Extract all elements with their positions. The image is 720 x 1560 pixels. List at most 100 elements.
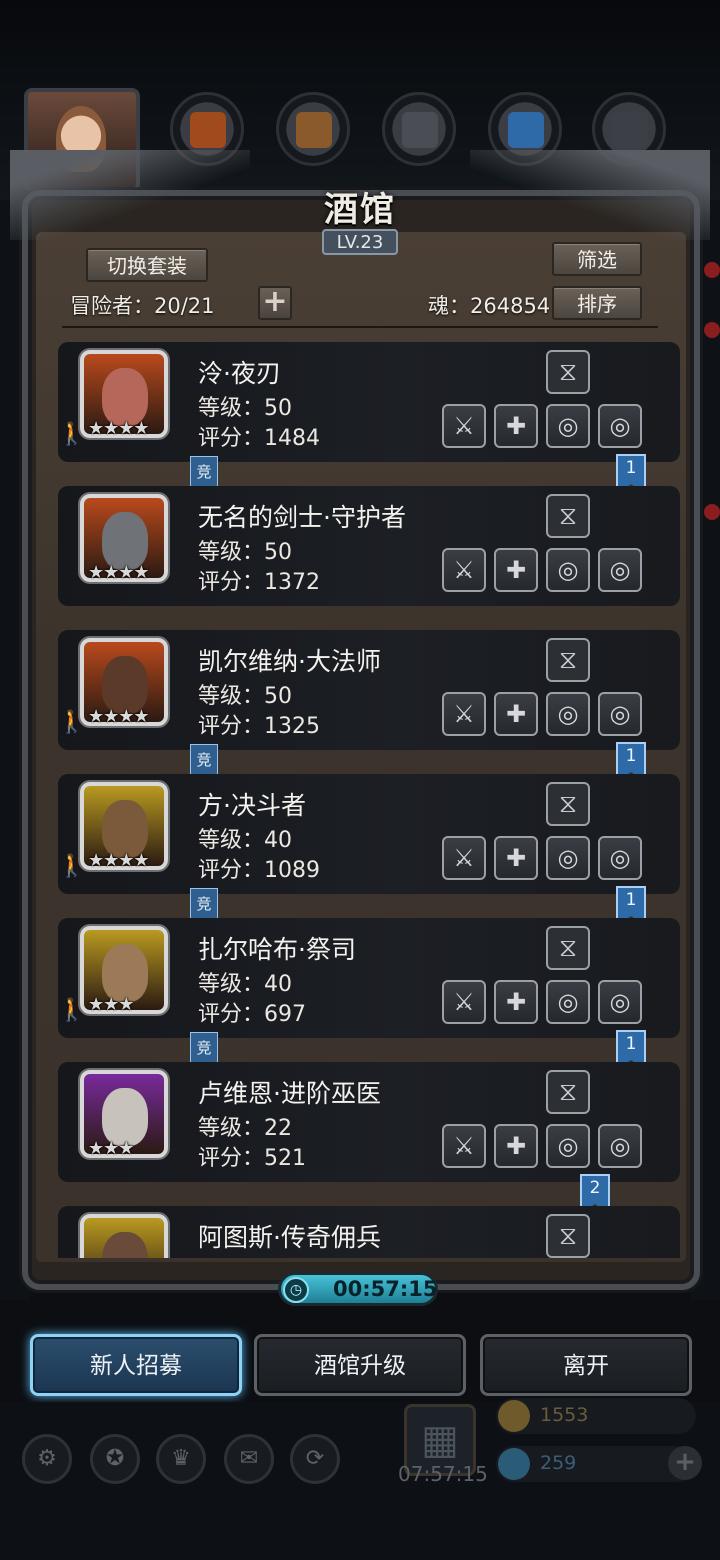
hero-row[interactable]: ★★★★ 🚶 凯尔维纳·大法师 等级：50 评分：1325 ⧖ ⚔ ✚ ◎ ◎ — [58, 630, 680, 750]
achievement-icon[interactable]: ✪ — [90, 1434, 140, 1484]
weapon-slot-icon[interactable]: ⚔ — [442, 548, 486, 592]
tavern-upgrade-button[interactable]: 酒馆升级 — [254, 1334, 466, 1396]
dragon-ornament-right — [470, 150, 710, 240]
armor-slot-icon[interactable]: ✚ — [494, 548, 538, 592]
armor-slot-icon[interactable]: ✚ — [494, 1124, 538, 1168]
hourglass-icon[interactable]: ⧖ — [546, 1214, 590, 1258]
hero-name: 卢维恩·进阶巫医 — [198, 1079, 381, 1108]
hero-score: 评分：697 — [198, 1002, 306, 1027]
hero-score: 评分：1089 — [198, 858, 320, 883]
hero-level: 等级：40 — [198, 828, 292, 853]
share-icon[interactable]: ⟳ — [290, 1434, 340, 1484]
walking-figure-icon: 🚶 — [58, 854, 86, 879]
switch-outfit-button[interactable]: 切换套装 — [86, 248, 208, 282]
timer-bar: ◷ 00:57:15 — [278, 1272, 438, 1306]
arena-badge: 竞 — [190, 1032, 218, 1064]
hero-avatar[interactable] — [80, 1214, 168, 1258]
header-divider — [62, 326, 658, 328]
soul-count: 魂：264854 — [428, 294, 551, 318]
recruit-button[interactable]: 新人招募 — [30, 1334, 242, 1396]
hourglass-icon[interactable]: ⧖ — [546, 638, 590, 682]
ring-slot-icon[interactable]: ◎ — [598, 980, 642, 1024]
add-slot-button[interactable]: + — [258, 286, 292, 320]
ring-slot-icon[interactable]: ◎ — [546, 836, 590, 880]
adventurer-count: 冒险者：20/21 — [70, 294, 215, 318]
hero-row[interactable]: ★★★ 卢维恩·进阶巫医 等级：22 评分：521 ⧖ ⚔ ✚ ◎ ◎ — [58, 1062, 680, 1182]
ring-slot-icon[interactable]: ◎ — [546, 404, 590, 448]
weapon-slot-icon[interactable]: ⚔ — [442, 980, 486, 1024]
ring-slot-icon[interactable]: ◎ — [598, 1124, 642, 1168]
ring-slot-icon[interactable]: ◎ — [598, 404, 642, 448]
resource-iron-icon[interactable] — [382, 92, 456, 166]
walking-figure-icon: 🚶 — [58, 998, 86, 1023]
hero-stars: ★★★★ — [88, 562, 150, 583]
arena-badge: 竞 — [190, 744, 218, 776]
ring-slot-icon[interactable]: ◎ — [546, 980, 590, 1024]
hero-name: 方·决斗者 — [198, 791, 306, 820]
hourglass-icon[interactable]: ⧖ — [546, 494, 590, 538]
hero-stars: ★★★ — [88, 1138, 134, 1159]
hero-name: 无名的剑士·守护者 — [198, 503, 406, 532]
hero-stars: ★★★★ — [88, 418, 150, 439]
leave-button[interactable]: 离开 — [480, 1334, 692, 1396]
hero-level: 等级：50 — [198, 396, 292, 421]
hero-list[interactable]: ★★★★ 🚶 泠·夜刃 等级：50 评分：1484 ⧖ ⚔ ✚ ◎ ◎ 竞 1 ★★★★ 无名的剑士·守护… — [40, 334, 690, 1258]
hero-row[interactable]: ★★★★ 🚶 方·决斗者 等级：40 评分：1089 ⧖ ⚔ ✚ ◎ ◎ — [58, 774, 680, 894]
gold-currency: 1553 — [496, 1398, 696, 1434]
hero-row[interactable]: ★★★ 🚶 扎尔哈布·祭司 等级：40 评分：697 ⧖ ⚔ ✚ ◎ ◎ — [58, 918, 680, 1038]
bottom-timer: 07:57:15 — [398, 1462, 488, 1486]
ring-slot-icon[interactable]: ◎ — [598, 836, 642, 880]
walking-figure-icon: 🚶 — [58, 710, 86, 735]
sort-button[interactable]: 排序 — [552, 286, 642, 320]
ring-slot-icon[interactable]: ◎ — [598, 692, 642, 736]
gem-icon — [498, 1448, 530, 1480]
mail-icon[interactable]: ✉ — [224, 1434, 274, 1484]
add-currency-button[interactable]: + — [668, 1446, 702, 1480]
clock-icon: ◷ — [283, 1277, 309, 1303]
hero-row[interactable]: 阿图斯·传奇佣兵⧖⚔✚◎◎ — [58, 1206, 680, 1258]
dragon-ornament-left — [10, 150, 250, 240]
hourglass-icon[interactable]: ⧖ — [546, 1070, 590, 1114]
hero-name: 凯尔维纳·大法师 — [198, 647, 381, 676]
resource-wood-icon[interactable] — [276, 92, 350, 166]
armor-slot-icon[interactable]: ✚ — [494, 980, 538, 1024]
gem-value: 259 — [540, 1452, 577, 1474]
hero-score: 评分：1325 — [198, 714, 320, 739]
hero-level: 等级：40 — [198, 972, 292, 997]
hero-score: 评分：1484 — [198, 426, 320, 451]
hero-row[interactable]: ★★★★ 🚶 泠·夜刃 等级：50 评分：1484 ⧖ ⚔ ✚ ◎ ◎ — [58, 342, 680, 462]
ranking-icon[interactable]: ♛ — [156, 1434, 206, 1484]
ring-slot-icon[interactable]: ◎ — [598, 548, 642, 592]
hourglass-icon[interactable]: ⧖ — [546, 350, 590, 394]
hero-stars: ★★★★ — [88, 850, 150, 871]
filter-button[interactable]: 筛选 — [552, 242, 642, 276]
settings-icon[interactable]: ⚙ — [22, 1434, 72, 1484]
weapon-slot-icon[interactable]: ⚔ — [442, 404, 486, 448]
weapon-slot-icon[interactable]: ⚔ — [442, 692, 486, 736]
hero-level: 等级：50 — [198, 540, 292, 565]
ring-slot-icon[interactable]: ◎ — [546, 692, 590, 736]
arena-badge: 竞 — [190, 888, 218, 920]
ring-slot-icon[interactable]: ◎ — [546, 1124, 590, 1168]
weapon-slot-icon[interactable]: ⚔ — [442, 836, 486, 880]
hourglass-icon[interactable]: ⧖ — [546, 782, 590, 826]
hero-name: 阿图斯·传奇佣兵 — [198, 1223, 381, 1252]
ring-slot-icon[interactable]: ◎ — [546, 548, 590, 592]
armor-slot-icon[interactable]: ✚ — [494, 836, 538, 880]
hero-name: 扎尔哈布·祭司 — [198, 935, 356, 964]
hero-score: 评分：1372 — [198, 570, 320, 595]
arena-badge: 竞 — [190, 456, 218, 488]
hourglass-icon[interactable]: ⧖ — [546, 926, 590, 970]
hero-stars: ★★★ — [88, 994, 134, 1015]
armor-slot-icon[interactable]: ✚ — [494, 404, 538, 448]
hero-level: 等级：22 — [198, 1116, 292, 1141]
weapon-slot-icon[interactable]: ⚔ — [442, 1124, 486, 1168]
hero-level: 等级：50 — [198, 684, 292, 709]
tavern-level-badge: LV.23 — [322, 229, 398, 255]
page-title: 酒馆 — [324, 190, 396, 230]
walking-figure-icon: 🚶 — [58, 422, 86, 447]
armor-slot-icon[interactable]: ✚ — [494, 692, 538, 736]
hero-portrait-icon — [102, 1232, 148, 1258]
hero-name: 泠·夜刃 — [198, 359, 281, 388]
hero-row[interactable]: ★★★★ 无名的剑士·守护者 等级：50 评分：1372 ⧖ ⚔ ✚ ◎ ◎ — [58, 486, 680, 606]
